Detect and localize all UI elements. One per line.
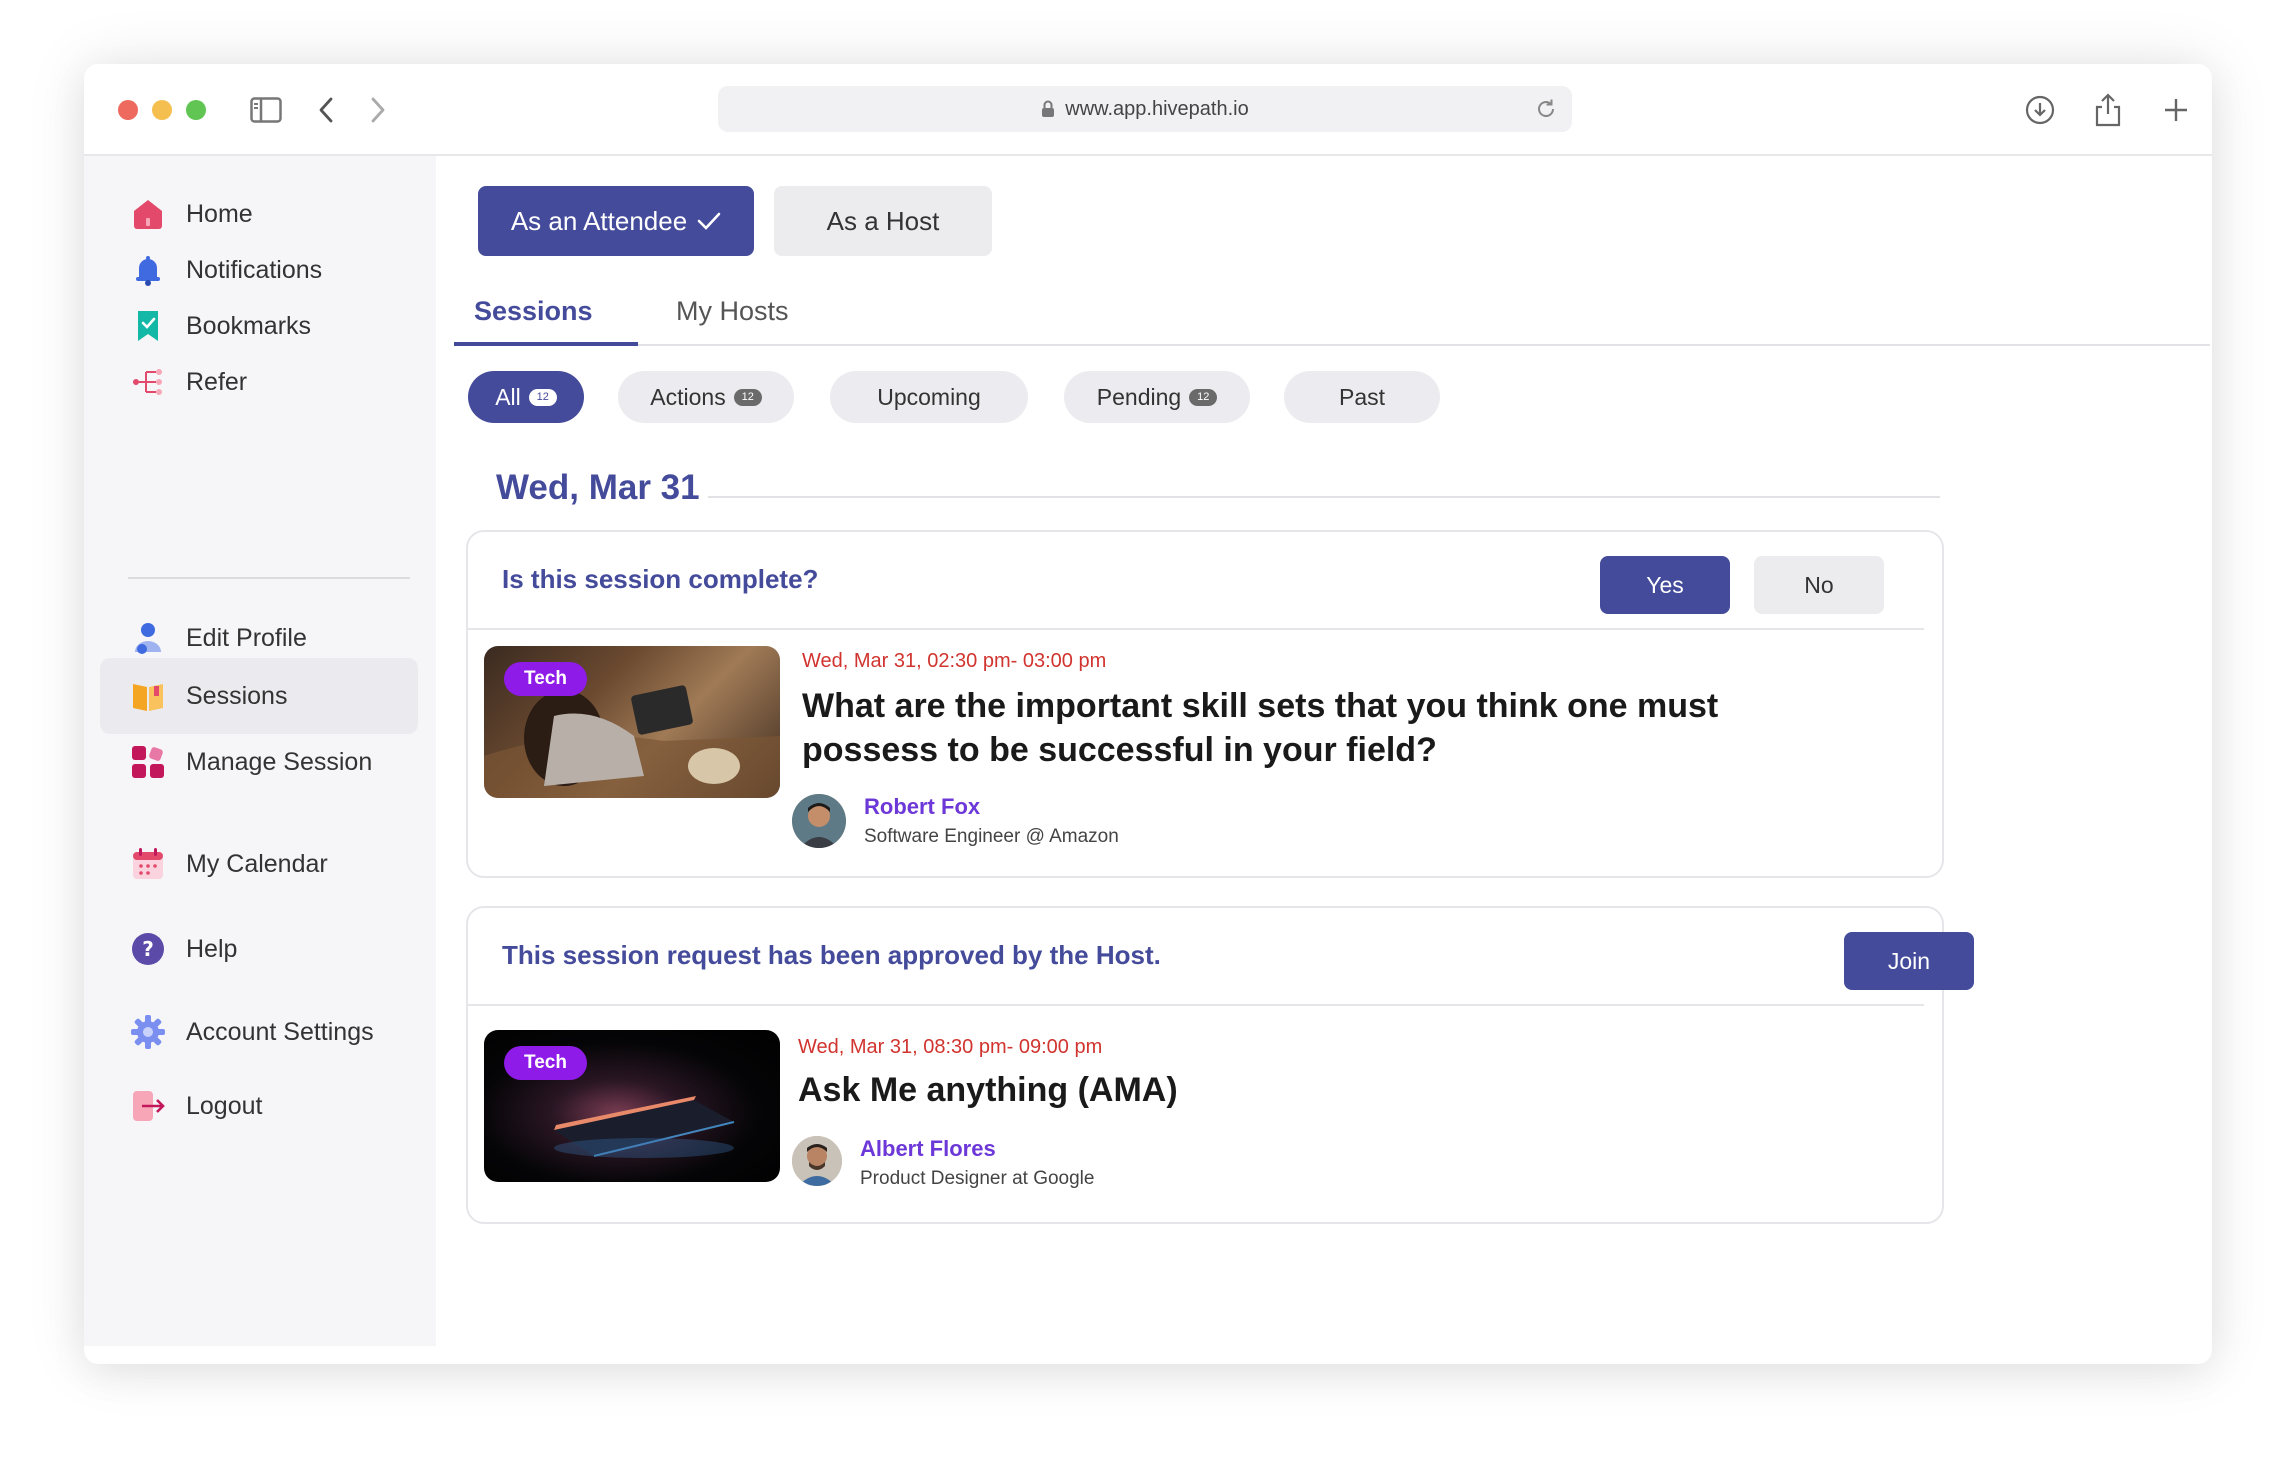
- yes-button[interactable]: Yes: [1600, 556, 1730, 614]
- url-text: www.app.hivepath.io: [1065, 97, 1249, 120]
- sidebar: Home Notifications Bookmarks Refer Edit …: [84, 156, 436, 1346]
- filter-past[interactable]: Past: [1284, 371, 1440, 423]
- sidebar-item-label: Account Settings: [186, 1017, 374, 1046]
- sidebar-item-manage-session[interactable]: Manage Session: [100, 724, 418, 800]
- calendar-icon: [130, 846, 166, 882]
- home-icon: [130, 196, 166, 232]
- sidebar-item-label: Refer: [186, 367, 248, 396]
- minimize-window-button[interactable]: [152, 100, 172, 120]
- card-divider: [468, 628, 1924, 630]
- avatar[interactable]: [792, 1136, 842, 1186]
- date-divider: [708, 496, 1940, 498]
- session-time: Wed, Mar 31, 08:30 pm- 09:00 pm: [798, 1036, 1103, 1058]
- session-card: This session request has been approved b…: [466, 906, 1974, 1224]
- session-title[interactable]: Ask Me anything (AMA): [798, 1068, 1798, 1112]
- sidebar-item-label: Help: [186, 934, 238, 963]
- svg-text:?: ?: [142, 937, 154, 961]
- sidebar-item-label: Edit Profile: [186, 623, 307, 652]
- sidebar-item-sessions[interactable]: Sessions: [100, 658, 418, 734]
- session-thumbnail[interactable]: Tech: [484, 1030, 780, 1182]
- address-bar[interactable]: www.app.hivepath.io: [718, 86, 1572, 132]
- refer-icon: [130, 364, 166, 400]
- new-tab-icon[interactable]: [2154, 88, 2198, 132]
- no-button[interactable]: No: [1754, 556, 1884, 614]
- share-icon[interactable]: [2086, 88, 2130, 132]
- completion-question: Is this session complete?: [502, 564, 819, 594]
- reload-icon[interactable]: [1534, 97, 1558, 121]
- logout-icon: [130, 1088, 166, 1124]
- bookmark-icon: [130, 308, 166, 344]
- back-icon[interactable]: [304, 88, 348, 132]
- filter-label: Actions: [650, 383, 726, 410]
- card-divider: [468, 1004, 1924, 1006]
- sidebar-item-logout[interactable]: Logout: [100, 1068, 418, 1144]
- filter-label: Past: [1338, 383, 1386, 410]
- category-tag: Tech: [504, 1046, 587, 1080]
- active-tab-indicator: [454, 342, 638, 346]
- filter-all[interactable]: All 12: [468, 371, 584, 423]
- sidebar-item-label: Sessions: [186, 681, 288, 710]
- sidebar-item-label: Notifications: [186, 255, 323, 284]
- session-title[interactable]: What are the important skill sets that y…: [802, 684, 1802, 772]
- join-button[interactable]: Join: [1844, 932, 1974, 990]
- browser-window: www.app.hivepath.io Home Notifications B…: [84, 64, 2212, 1364]
- filter-label: All: [495, 383, 521, 410]
- sidebar-item-my-calendar[interactable]: My Calendar: [100, 826, 418, 902]
- count-badge: 12: [1189, 388, 1218, 406]
- sidebar-item-label: Logout: [186, 1091, 263, 1120]
- check-icon: [697, 212, 721, 230]
- close-window-button[interactable]: [118, 100, 138, 120]
- avatar[interactable]: [792, 794, 846, 848]
- sidebar-item-label: My Calendar: [186, 849, 328, 878]
- sidebar-item-label: Home: [186, 199, 253, 228]
- host-role: Product Designer at Google: [860, 1168, 1095, 1189]
- sidebar-item-label: Bookmarks: [186, 311, 312, 340]
- filter-actions[interactable]: Actions 12: [618, 371, 794, 423]
- sidebar-item-label: Manage Session: [186, 747, 373, 776]
- card-header: Is this session complete? Yes No: [468, 532, 1942, 628]
- tabs-divider: [454, 344, 2210, 346]
- sidebar-item-help[interactable]: ? Help: [100, 911, 418, 987]
- help-icon: ?: [130, 931, 166, 967]
- download-icon[interactable]: [2018, 88, 2062, 132]
- filter-label: Pending: [1096, 383, 1182, 410]
- book-icon: [130, 678, 166, 714]
- sidebar-item-account-settings[interactable]: Account Settings: [100, 994, 418, 1070]
- sidebar-toggle-icon[interactable]: [244, 88, 288, 132]
- user-icon: [130, 620, 166, 656]
- as-attendee-label: As an Attendee: [510, 205, 688, 236]
- date-heading: Wed, Mar 31: [496, 468, 700, 507]
- lock-icon: [1042, 100, 1055, 117]
- as-host-label: As a Host: [826, 205, 940, 236]
- session-card: Is this session complete? Yes No Tech We…: [466, 530, 1944, 878]
- grid-icon: [130, 744, 166, 780]
- browser-toolbar: www.app.hivepath.io: [84, 64, 2212, 156]
- sidebar-item-refer[interactable]: Refer: [100, 344, 418, 420]
- tab-sessions[interactable]: Sessions: [474, 296, 593, 327]
- session-time: Wed, Mar 31, 02:30 pm- 03:00 pm: [802, 650, 1107, 672]
- filter-label: Upcoming: [877, 383, 981, 410]
- card-header: This session request has been approved b…: [468, 908, 1974, 1004]
- count-badge: 12: [733, 388, 762, 406]
- bell-icon: [130, 252, 166, 288]
- host-name[interactable]: Robert Fox: [864, 794, 980, 820]
- filter-pending[interactable]: Pending 12: [1064, 371, 1250, 423]
- sidebar-divider: [128, 577, 410, 579]
- category-tag: Tech: [504, 662, 587, 696]
- host-name[interactable]: Albert Flores: [860, 1136, 996, 1162]
- gear-icon: [130, 1014, 166, 1050]
- tab-my-hosts[interactable]: My Hosts: [676, 296, 789, 327]
- session-thumbnail[interactable]: Tech: [484, 646, 780, 798]
- count-badge: 12: [528, 388, 557, 406]
- as-host-button[interactable]: As a Host: [774, 186, 992, 256]
- forward-icon[interactable]: [356, 88, 400, 132]
- maximize-window-button[interactable]: [186, 100, 206, 120]
- host-role: Software Engineer @ Amazon: [864, 826, 1119, 847]
- as-attendee-button[interactable]: As an Attendee: [478, 186, 754, 256]
- filter-upcoming[interactable]: Upcoming: [830, 371, 1028, 423]
- approval-message: This session request has been approved b…: [502, 940, 1161, 970]
